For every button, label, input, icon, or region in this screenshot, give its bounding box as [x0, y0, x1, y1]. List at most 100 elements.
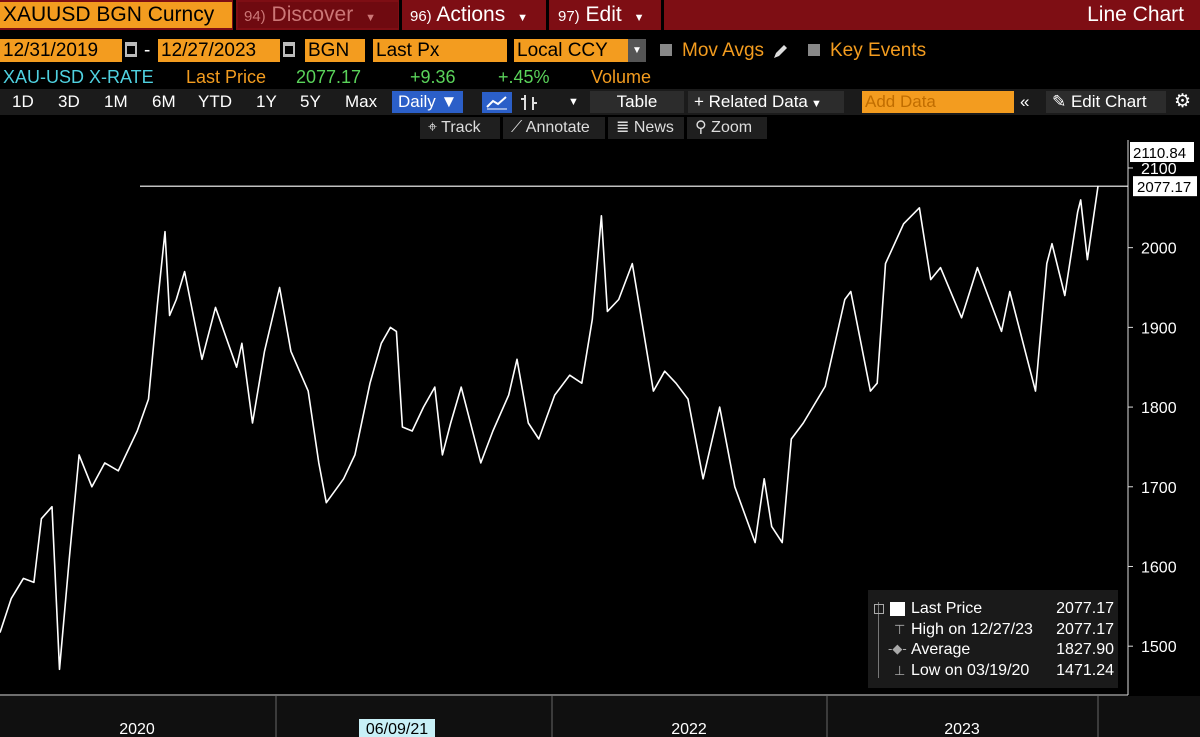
bar-chart-icon[interactable] — [518, 92, 542, 113]
magnifier-icon: ⚲ — [695, 119, 712, 136]
chart-toolbar: 1D 3D 1M 6M YTD 1Y 5Y Max Daily ▼ ▼ Tabl… — [0, 89, 1200, 115]
legend-high: ⊤ High on 12/27/23 2077.17 — [868, 620, 1118, 640]
edit-chart-label: Edit Chart — [1070, 92, 1147, 111]
legend-low-value: 1471.24 — [1056, 662, 1114, 679]
frequency-select[interactable]: Daily ▼ — [392, 91, 464, 113]
edit-menu-label: Edit — [585, 3, 622, 26]
start-date-field[interactable]: 12/31/2019 — [0, 39, 122, 62]
legend-average-label: Average — [911, 641, 971, 658]
period-6m-button[interactable]: 6M — [152, 91, 176, 113]
line-chart-icon[interactable] — [482, 92, 512, 113]
legend-last-price-value: 2077.17 — [1056, 600, 1114, 617]
actions-menu-number: 96) — [410, 8, 432, 25]
chevron-down-icon: ▼ — [633, 12, 645, 24]
actions-menu-label: Actions — [436, 3, 506, 26]
chevron-down-icon: ▼ — [440, 92, 458, 111]
frequency-label: Daily — [398, 92, 436, 111]
y-tick-label: 1800 — [1141, 400, 1177, 417]
legend-last-price: Last Price 2077.17 — [868, 599, 1118, 619]
y-tick-label: 1500 — [1141, 639, 1177, 656]
news-label: News — [633, 119, 674, 136]
crosshair-icon: ⌖ — [428, 119, 442, 136]
price-change: +9.36 — [410, 67, 456, 87]
chevron-down-icon: ▼ — [807, 98, 822, 110]
x-tick-label: 2022 — [671, 721, 707, 737]
collapse-icon[interactable] — [874, 604, 884, 614]
security-info-row: XAU-USD X-RATE Last Price 2077.17 +9.36 … — [0, 66, 1200, 88]
period-max-button[interactable]: Max — [345, 91, 377, 113]
chevron-down-icon: ▼ — [517, 12, 528, 24]
legend-high-label: High on 12/27/23 — [911, 621, 1033, 638]
related-data-label: Related Data — [708, 92, 808, 111]
annotate-button[interactable]: ⟋ Annotate — [503, 117, 605, 139]
period-1d-button[interactable]: 1D — [12, 91, 34, 113]
key-events-label: Key Events — [830, 40, 927, 61]
actions-menu[interactable]: 96) Actions ▼ — [404, 2, 544, 28]
end-date-field[interactable]: 12/27/2023 — [158, 39, 280, 62]
legend-high-value: 2077.17 — [1056, 621, 1114, 638]
last-price-value: 2077.17 — [296, 67, 362, 87]
table-button[interactable]: Table — [590, 91, 684, 113]
date-range-dash: - — [144, 40, 151, 61]
calendar-icon[interactable] — [283, 42, 295, 57]
last-price-label: Last Price — [186, 67, 267, 87]
annotate-label: Annotate — [525, 119, 590, 136]
chevron-down-icon[interactable]: ▼ — [568, 91, 579, 113]
discover-menu-label: Discover — [271, 3, 354, 26]
track-button[interactable]: ⌖ Track — [420, 117, 500, 139]
top-menu-bar: XAUUSD BGN Curncy 94) Discover ▼ 96) Act… — [0, 0, 1200, 30]
y-tick-label: 2100 — [1141, 161, 1177, 178]
volume-label: Volume — [591, 67, 652, 87]
discover-menu-number: 94) — [244, 8, 266, 25]
y-tick-label: 1600 — [1141, 559, 1177, 576]
x-tick-label: 2023 — [944, 721, 980, 737]
ticker-field[interactable]: XAUUSD BGN Curncy — [0, 2, 232, 28]
edit-menu[interactable]: 97) Edit ▼ — [552, 2, 660, 28]
gear-icon[interactable]: ⚙ — [1174, 91, 1191, 113]
separator — [661, 0, 664, 30]
news-button[interactable]: ≣ News — [608, 117, 684, 139]
last-price-axis-label: 2077.17 — [1137, 179, 1191, 196]
annotate-icon: ⟋ — [511, 119, 526, 136]
calendar-icon[interactable] — [125, 42, 137, 57]
legend-swatch — [890, 602, 905, 616]
source-field[interactable]: BGN — [305, 39, 365, 62]
x-tick-label: 2020 — [119, 721, 155, 737]
separator — [399, 0, 402, 30]
chart-type-title: Line Chart — [1087, 3, 1184, 26]
news-icon: ≣ — [616, 119, 634, 136]
chart-options-row: 12/31/2019 - 12/27/2023 BGN Last Px Loca… — [0, 38, 1200, 64]
chevron-down-icon: ▼ — [365, 12, 376, 24]
zoom-button[interactable]: ⚲ Zoom — [687, 117, 767, 139]
legend-average: -◆- Average 1827.90 — [868, 640, 1118, 660]
y-tick-label: 2000 — [1141, 241, 1177, 258]
chevron-down-icon[interactable]: ▼ — [628, 39, 646, 62]
period-5y-button[interactable]: 5Y — [300, 91, 321, 113]
legend-last-price-label: Last Price — [911, 600, 983, 617]
low-marker-icon: ⊥ — [894, 663, 906, 678]
average-marker-icon: -◆- — [888, 641, 907, 656]
pencil-icon[interactable] — [772, 42, 790, 60]
chart-legend: Last Price 2077.17 ⊤ High on 12/27/23 20… — [868, 590, 1118, 688]
period-1m-button[interactable]: 1M — [104, 91, 128, 113]
edit-menu-number: 97) — [558, 8, 580, 25]
key-events-checkbox[interactable] — [808, 44, 820, 56]
collapse-icon[interactable]: « — [1020, 91, 1029, 113]
period-3d-button[interactable]: 3D — [58, 91, 80, 113]
add-data-input[interactable]: Add Data — [862, 91, 1014, 113]
edit-chart-button[interactable]: ✎ Edit Chart — [1046, 91, 1166, 113]
x-tick-label: 06/09/21 — [366, 721, 428, 737]
security-name: XAU-USD X-RATE — [3, 67, 154, 87]
y-tick-label: 1700 — [1141, 480, 1177, 497]
legend-low: ⊥ Low on 03/19/20 1471.24 — [868, 661, 1118, 681]
mov-avgs-checkbox[interactable] — [660, 44, 672, 56]
x-axis-band — [0, 696, 1200, 737]
field-select[interactable]: Last Px — [373, 39, 507, 62]
high-marker-icon: ⊤ — [894, 622, 906, 637]
pencil-icon: ✎ — [1052, 92, 1071, 111]
discover-menu[interactable]: 94) Discover ▼ — [238, 2, 398, 28]
period-1y-button[interactable]: 1Y — [256, 91, 277, 113]
period-ytd-button[interactable]: YTD — [198, 91, 232, 113]
currency-select[interactable]: Local CCY — [514, 39, 628, 62]
related-data-button[interactable]: + Related Data ▼ — [688, 91, 844, 113]
